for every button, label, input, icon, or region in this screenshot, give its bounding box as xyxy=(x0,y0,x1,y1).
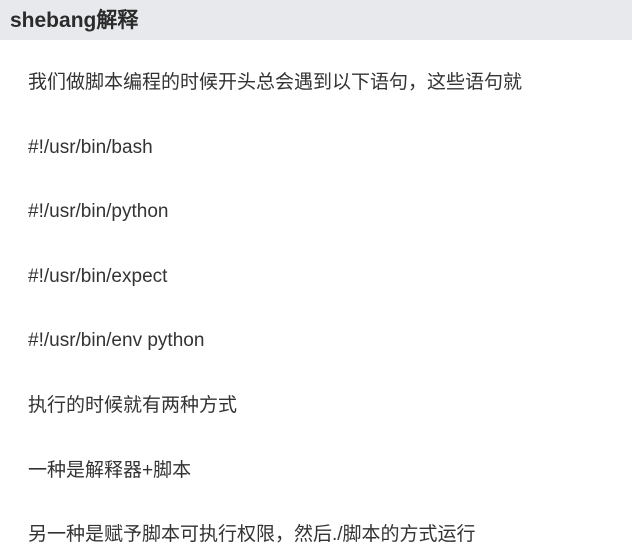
execution-mode-2: 另一种是赋予脚本可执行权限，然后./脚本的方式运行 xyxy=(28,522,632,549)
section-heading: shebang解释 xyxy=(0,0,632,40)
shebang-example-python: #!/usr/bin/python xyxy=(28,199,632,226)
intro-paragraph: 我们做脚本编程的时候开头总会遇到以下语句，这些语句就 xyxy=(28,70,632,97)
execution-modes-intro: 执行的时候就有两种方式 xyxy=(28,393,632,420)
article-body: 我们做脚本编程的时候开头总会遇到以下语句，这些语句就 #!/usr/bin/ba… xyxy=(0,70,632,549)
shebang-example-expect: #!/usr/bin/expect xyxy=(28,264,632,291)
execution-mode-1: 一种是解释器+脚本 xyxy=(28,458,632,485)
shebang-example-bash: #!/usr/bin/bash xyxy=(28,135,632,162)
shebang-example-env-python: #!/usr/bin/env python xyxy=(28,328,632,355)
